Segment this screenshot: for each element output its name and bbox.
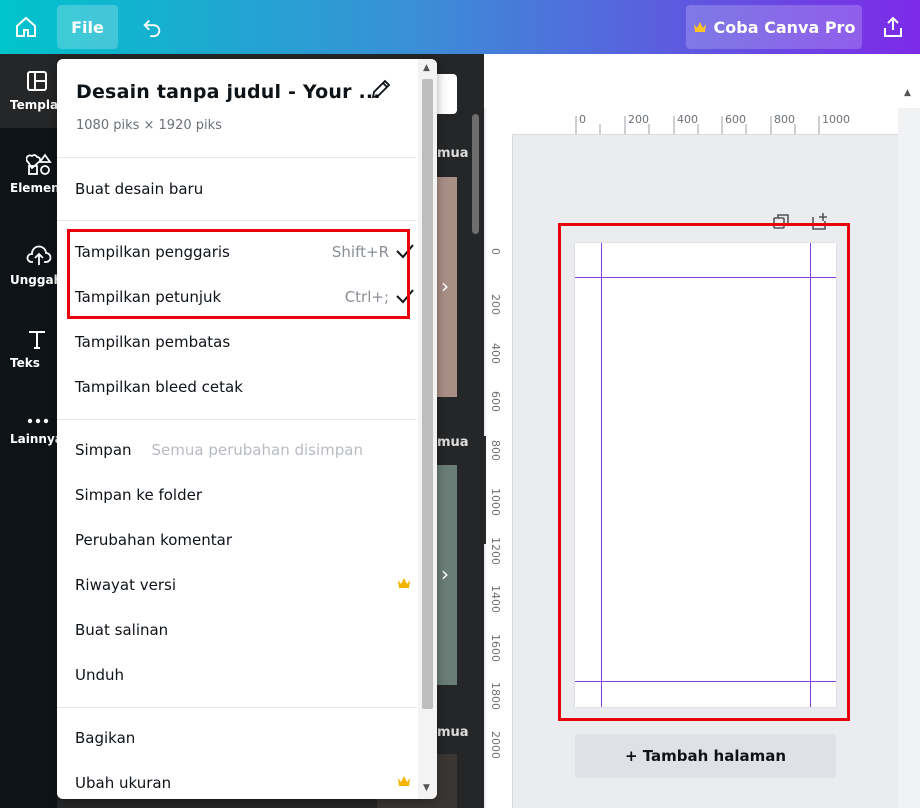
rail-item-more[interactable]: Lainnya [0, 394, 63, 468]
ruler-label: 1200 [489, 537, 502, 565]
ruler-label: 800 [489, 440, 502, 461]
elements-icon [26, 153, 52, 175]
ruler-label: 1600 [489, 634, 502, 662]
menu-item-download[interactable]: Unduh [75, 657, 405, 693]
file-menu-button[interactable]: File [57, 5, 118, 49]
add-page-button[interactable]: + Tambah halaman [575, 734, 836, 778]
rail-label-text: Teks [10, 356, 40, 370]
template-icon [27, 71, 47, 91]
panel-section-label: mua [437, 146, 469, 161]
editor-toolbar [484, 54, 920, 108]
ruler-vertical[interactable]: 0 200 400 600 800 1000 1200 1400 1600 18… [486, 134, 513, 808]
menu-item-label: Tampilkan bleed cetak [75, 378, 243, 396]
rail-label-more: Lainnya [10, 432, 63, 446]
file-menu-label: File [71, 17, 104, 37]
ruler-horizontal[interactable]: 0 200 400 600 800 1000 [512, 108, 898, 135]
ruler-label: 1400 [489, 585, 502, 613]
panel-section-label: mua [437, 725, 469, 740]
try-pro-button[interactable]: Coba Canva Pro [686, 5, 862, 49]
rail-item-templates[interactable]: Templat [0, 54, 64, 128]
ruler-label: 400 [677, 113, 698, 126]
try-pro-label: Coba Canva Pro [713, 17, 856, 37]
undo-button[interactable] [134, 10, 170, 44]
rail-item-upload[interactable]: Unggah [0, 229, 62, 303]
share-icon [884, 16, 902, 37]
undo-icon [143, 19, 161, 38]
ruler-label: 200 [489, 294, 502, 315]
menu-item-save-to-folder[interactable]: Simpan ke folder [75, 477, 405, 513]
menu-item-label: Buat desain baru [75, 180, 204, 198]
scroll-up-arrow-icon[interactable]: ▲ [423, 63, 430, 73]
ruler-label: 0 [579, 113, 586, 126]
menu-item-resize[interactable]: Ubah ukuran [75, 765, 410, 799]
menu-item-new-design[interactable]: Buat desain baru [75, 171, 405, 207]
menu-item-show-print-bleed[interactable]: Tampilkan bleed cetak [75, 369, 405, 405]
ruler-label: 2000 [489, 731, 502, 759]
crown-icon [398, 776, 410, 786]
ruler-corner [486, 108, 513, 135]
ruler-label: 600 [489, 391, 502, 412]
ruler-label: 200 [628, 113, 649, 126]
top-bar: File Coba Canva Pro [0, 0, 920, 54]
file-menu-dropdown: Desain tanpa judul - Your ... 1080 piks … [57, 59, 437, 799]
design-title[interactable]: Desain tanpa judul - Your ... [76, 81, 381, 103]
ruler-label: 1000 [822, 113, 850, 126]
next-arrow-button[interactable]: › [441, 274, 449, 298]
next-arrow-button[interactable]: › [441, 562, 449, 586]
pencil-icon [371, 79, 391, 99]
more-icon [27, 418, 49, 424]
design-dimensions: 1080 piks × 1920 piks [76, 118, 222, 133]
menu-item-show-margins[interactable]: Tampilkan pembatas [75, 324, 405, 360]
menu-item-comment-changes[interactable]: Perubahan komentar [75, 522, 405, 558]
ruler-label: 1800 [489, 682, 502, 710]
menu-scrollbar-thumb[interactable] [422, 79, 433, 709]
scroll-down-arrow-icon[interactable]: ▼ [423, 783, 430, 793]
menu-item-share[interactable]: Bagikan [75, 720, 405, 756]
ruler-label: 600 [725, 113, 746, 126]
panel-section-label: mua [437, 435, 469, 450]
crown-icon [693, 22, 706, 32]
menu-divider [57, 419, 417, 420]
menu-item-make-copy[interactable]: Buat salinan [75, 612, 405, 648]
rail-item-text[interactable]: Teks [0, 312, 57, 386]
upload-icon [26, 245, 52, 265]
text-icon [29, 331, 45, 349]
home-button[interactable] [8, 10, 44, 44]
ruler-label: 400 [489, 343, 502, 364]
rename-button[interactable] [369, 77, 393, 105]
menu-item-version-history[interactable]: Riwayat versi [75, 567, 410, 603]
menu-item-label: Perubahan komentar [75, 531, 233, 549]
menu-item-label: Tampilkan pembatas [75, 333, 231, 351]
rail-label-elements: Elemen [10, 181, 60, 195]
add-page-label: + Tambah halaman [624, 747, 787, 765]
home-icon [16, 16, 36, 37]
menu-item-label: Simpan [75, 441, 132, 459]
save-status: Semua perubahan disimpan [151, 441, 363, 459]
rail-label-upload: Unggah [10, 273, 63, 287]
ruler-label: 1000 [489, 488, 502, 516]
menu-item-label: Ubah ukuran [75, 774, 172, 792]
menu-item-label: Riwayat versi [75, 576, 177, 594]
menu-scrollbar[interactable]: ▲ ▼ [418, 59, 437, 799]
canvas-scroll-up-arrow[interactable]: ▲ [904, 88, 911, 98]
highlight-box-menu [67, 229, 410, 319]
menu-item-save[interactable]: Simpan Semua perubahan disimpan [75, 432, 405, 468]
menu-divider [57, 220, 417, 221]
menu-item-label: Bagikan [75, 729, 136, 747]
side-rail: Templat Elemen Unggah Teks Lainnya [0, 54, 64, 808]
menu-item-label: Unduh [75, 666, 125, 684]
rail-label-templates: Templat [10, 98, 64, 112]
ruler-label: 0 [489, 248, 502, 255]
crown-icon [398, 578, 410, 588]
menu-item-label: Simpan ke folder [75, 486, 202, 504]
menu-divider [57, 157, 417, 158]
highlight-box-page [558, 223, 850, 721]
canvas-scrollbar[interactable]: ▲ [898, 88, 920, 808]
menu-divider [57, 707, 417, 708]
menu-item-label: Buat salinan [75, 621, 169, 639]
share-upload-button[interactable] [874, 10, 912, 44]
ruler-label: 800 [774, 113, 795, 126]
rail-item-elements[interactable]: Elemen [0, 137, 60, 211]
panel-scrollbar[interactable] [472, 114, 479, 234]
